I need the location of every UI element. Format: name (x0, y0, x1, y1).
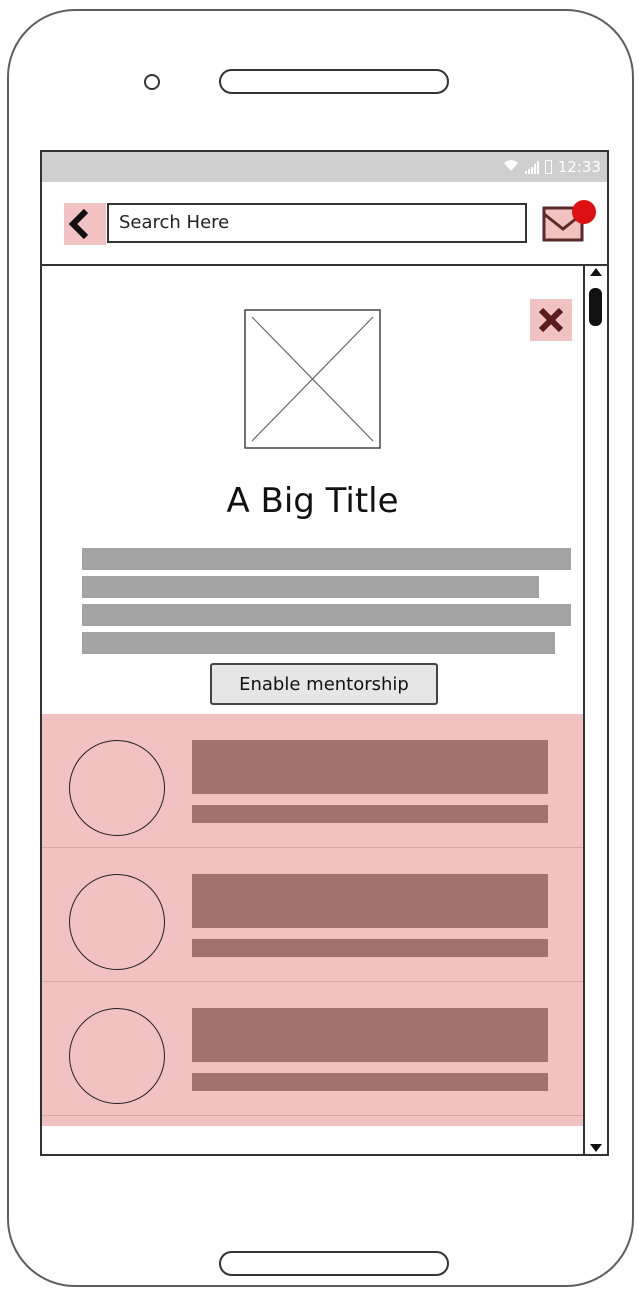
status-icons: 12:33 (503, 157, 601, 177)
scroll-up-arrow-icon[interactable] (590, 268, 602, 276)
text-placeholder-line (82, 548, 571, 570)
item-title-placeholder (192, 874, 548, 928)
item-title-placeholder (192, 1008, 548, 1062)
text-placeholder-line (82, 576, 539, 598)
scroll-down-arrow-icon[interactable] (590, 1144, 602, 1152)
item-title-placeholder (192, 740, 548, 794)
enable-mentorship-button[interactable]: Enable mentorship (210, 663, 438, 705)
mentor-list (42, 714, 583, 1126)
scrollbar[interactable] (583, 266, 607, 1154)
image-placeholder (244, 309, 381, 449)
screen: 12:33 Search Here A Big Title Enable men… (40, 150, 609, 1156)
close-icon (538, 307, 564, 333)
close-button[interactable] (530, 299, 572, 341)
status-time: 12:33 (557, 158, 601, 176)
signal-icon (524, 160, 539, 174)
chevron-left-icon (68, 208, 89, 240)
list-item-partial (42, 1116, 583, 1126)
text-placeholder-line (82, 632, 555, 654)
camera-icon (144, 74, 160, 90)
home-button[interactable] (219, 1251, 449, 1276)
item-subtitle-placeholder (192, 939, 548, 957)
wifi-icon (503, 159, 519, 176)
item-subtitle-placeholder (192, 1073, 548, 1091)
scroll-thumb[interactable] (589, 288, 602, 326)
notification-badge (572, 200, 596, 224)
back-button[interactable] (64, 203, 106, 245)
list-item[interactable] (42, 714, 583, 848)
speaker-grille (219, 69, 449, 94)
item-subtitle-placeholder (192, 805, 548, 823)
battery-icon (544, 160, 552, 174)
card-title: A Big Title (226, 481, 399, 521)
list-item[interactable] (42, 982, 583, 1116)
content-area: A Big Title Enable mentorship (42, 266, 583, 1154)
search-input[interactable]: Search Here (107, 203, 527, 243)
text-placeholder-line (82, 604, 571, 626)
avatar (69, 874, 165, 970)
list-item[interactable] (42, 848, 583, 982)
app-bar: Search Here (42, 182, 607, 266)
avatar (69, 1008, 165, 1104)
avatar (69, 740, 165, 836)
status-bar: 12:33 (42, 152, 607, 182)
